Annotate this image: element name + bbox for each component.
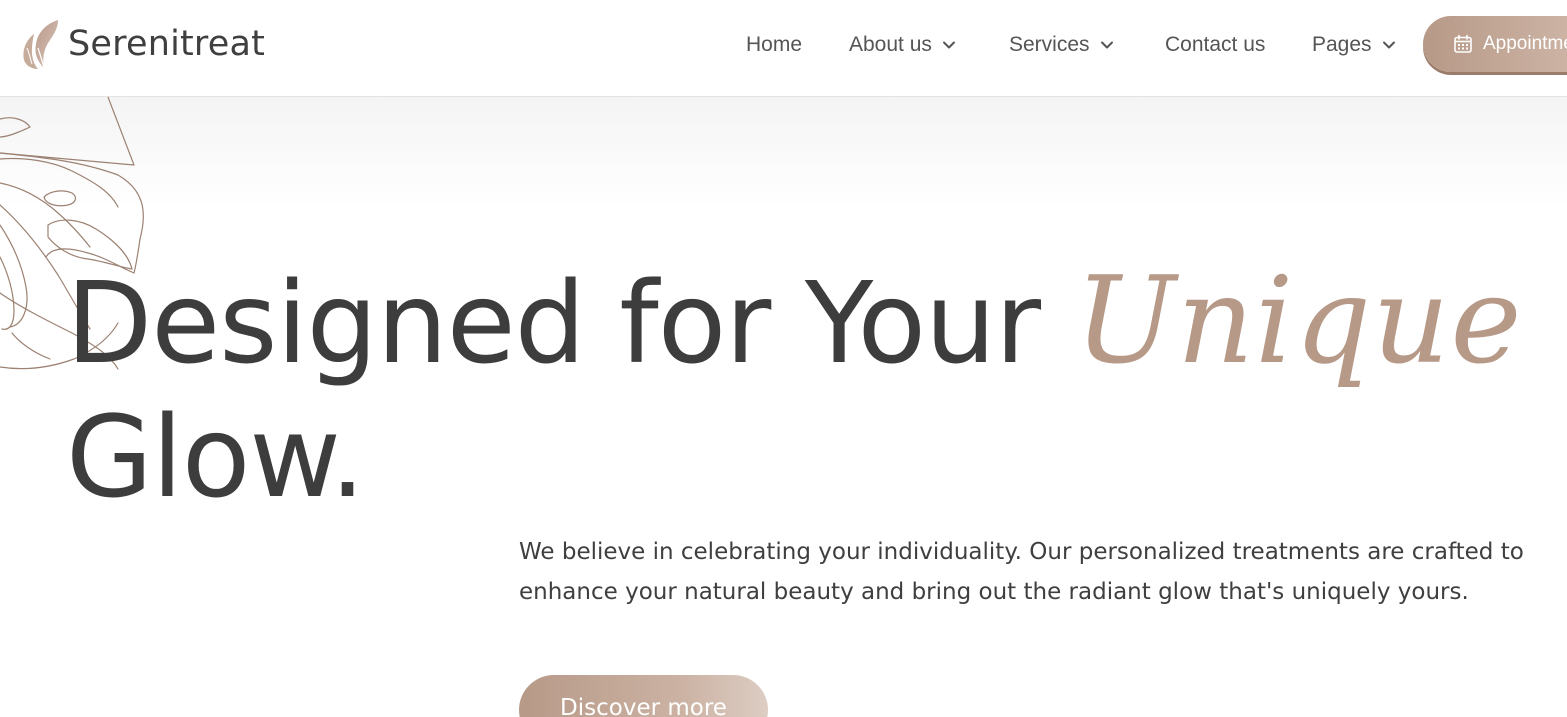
site-header: Serenitreat Home About us Services Conta… bbox=[0, 0, 1567, 97]
chevron-down-icon bbox=[942, 41, 955, 49]
discover-more-button-label: Discover more bbox=[560, 695, 727, 717]
nav-item-label: Services bbox=[1009, 33, 1090, 56]
discover-more-button[interactable]: Discover more bbox=[519, 675, 768, 717]
hero-background bbox=[0, 97, 1567, 207]
nav-item-pages[interactable]: Pages bbox=[1312, 30, 1396, 60]
hero-description: We believe in celebrating your individua… bbox=[519, 539, 1524, 605]
headline-text: Designed for Your bbox=[66, 259, 1075, 389]
nav-item-label: Home bbox=[746, 33, 803, 56]
appointment-button-label: Appointment bbox=[1483, 33, 1567, 54]
headline-accent-word: Unique bbox=[1074, 252, 1523, 391]
headline-text-line2: Glow. bbox=[66, 393, 365, 523]
nav-item-home[interactable]: Home bbox=[746, 30, 802, 60]
nav-item-services[interactable]: Services bbox=[1009, 30, 1114, 60]
chevron-down-icon bbox=[1100, 41, 1113, 49]
calendar-icon bbox=[1454, 34, 1472, 53]
nav-item-label: About us bbox=[849, 33, 932, 56]
brand-name: Serenitreat bbox=[68, 24, 266, 64]
hero-headline: Designed for Your Unique Glow. bbox=[66, 255, 1546, 525]
leaf-face-logo-icon bbox=[23, 20, 58, 69]
nav-item-contact-us[interactable]: Contact us bbox=[1165, 30, 1265, 60]
chevron-down-icon bbox=[1382, 41, 1395, 49]
brand-logo[interactable]: Serenitreat bbox=[18, 18, 265, 70]
page: Serenitreat Home About us Services Conta… bbox=[0, 0, 1567, 717]
appointment-button[interactable]: Appointment bbox=[1423, 16, 1567, 72]
nav-item-label: Pages bbox=[1312, 33, 1372, 56]
nav-item-label: Contact us bbox=[1165, 33, 1266, 56]
nav-item-about-us[interactable]: About us bbox=[849, 30, 956, 60]
